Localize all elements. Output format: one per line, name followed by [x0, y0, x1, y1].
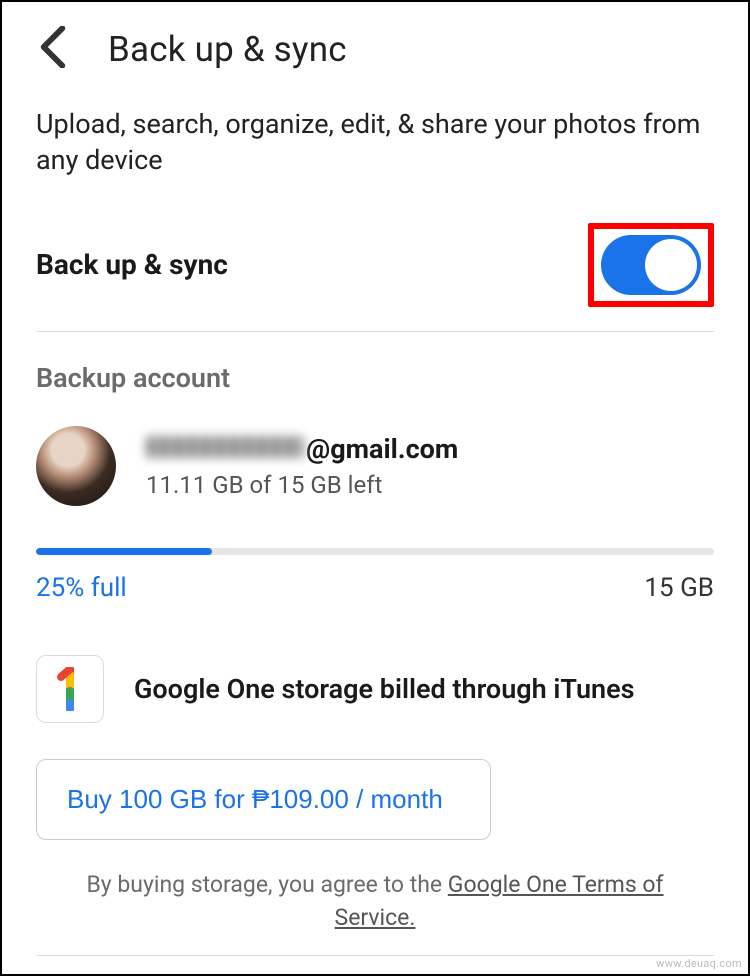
- progress-bar: [36, 548, 714, 555]
- email-redacted: [146, 436, 304, 458]
- email-domain: @gmail.com: [306, 433, 458, 465]
- header: Back up & sync: [2, 2, 748, 100]
- google-one-icon: [36, 655, 104, 723]
- back-icon[interactable]: [38, 26, 68, 72]
- backup-account-label: Backup account: [2, 332, 748, 408]
- account-email: @gmail.com: [146, 433, 458, 465]
- watermark: www.deuaq.com: [656, 957, 742, 970]
- backup-sync-toggle[interactable]: [601, 235, 701, 295]
- total-storage-label: 15 GB: [644, 573, 714, 603]
- avatar: [36, 426, 116, 506]
- percent-full-label: 25% full: [36, 573, 127, 603]
- google-one-row: Google One storage billed through iTunes: [2, 607, 748, 747]
- page-title: Back up & sync: [108, 29, 347, 70]
- storage-progress: 25% full 15 GB: [2, 518, 748, 607]
- progress-labels: 25% full 15 GB: [36, 555, 714, 607]
- disclaimer-prefix: By buying storage, you agree to the: [86, 871, 447, 898]
- google-one-billing-text: Google One storage billed through iTunes: [134, 673, 635, 705]
- account-text: @gmail.com 11.11 GB of 15 GB left: [146, 433, 458, 499]
- storage-left-text: 11.11 GB of 15 GB left: [146, 471, 458, 499]
- progress-fill: [36, 548, 212, 555]
- backup-sync-label: Back up & sync: [36, 248, 228, 281]
- divider: [36, 955, 714, 956]
- buy-storage-button[interactable]: Buy 100 GB for ₱109.00 / month: [36, 759, 491, 840]
- account-row[interactable]: @gmail.com 11.11 GB of 15 GB left: [2, 408, 748, 518]
- backup-sync-row: Back up & sync: [2, 203, 748, 331]
- highlight-box: [588, 223, 714, 307]
- description-text: Upload, search, organize, edit, & share …: [2, 100, 748, 203]
- disclaimer-text: By buying storage, you agree to the Goog…: [2, 840, 748, 947]
- toggle-knob: [645, 239, 697, 291]
